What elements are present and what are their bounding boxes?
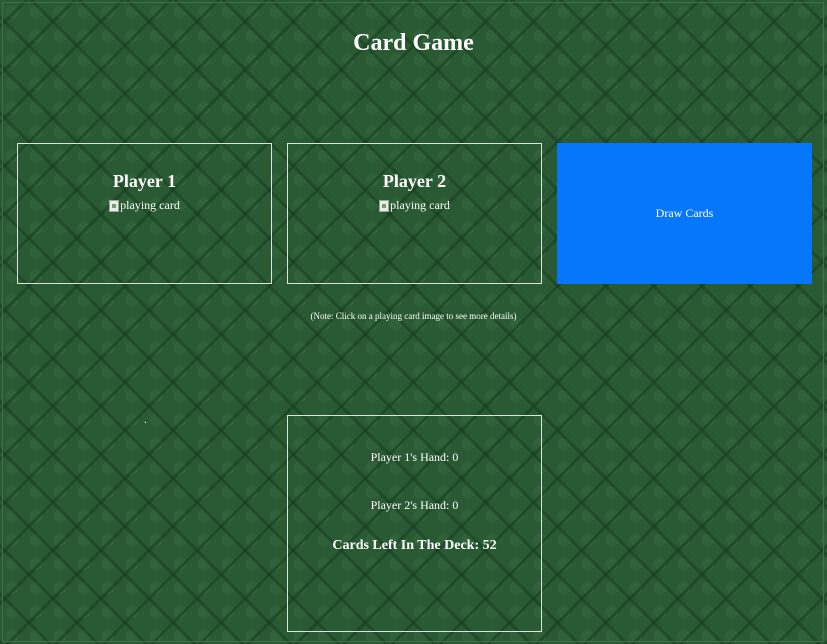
player-2-hand-label: Player 2's Hand:	[370, 498, 453, 512]
player-2-card-alt: playing card	[390, 198, 450, 212]
player-1-hand-label: Player 1's Hand:	[370, 450, 453, 464]
page-title: Card Game	[353, 30, 474, 56]
player-2-panel: Player 2 playing card	[287, 143, 542, 284]
score-panel: Player 1's Hand: 0 Player 2's Hand: 0 Ca…	[287, 415, 542, 632]
player-1-name: Player 1	[112, 171, 177, 191]
draw-cards-button[interactable]: Draw Cards	[557, 143, 812, 284]
player-1-hand-count: Player 1's Hand: 0	[288, 450, 541, 465]
broken-image-icon	[379, 199, 390, 212]
status-marker: .	[144, 412, 147, 426]
player-2-name: Player 2	[382, 171, 447, 191]
player-2-hand-value: 0	[452, 498, 459, 512]
player-2-hand-count: Player 2's Hand: 0	[288, 498, 541, 513]
player-1-panel: Player 1 playing card	[17, 143, 272, 284]
deck-count: Cards Left In The Deck: 52	[288, 538, 541, 554]
player-2-card[interactable]: playing card	[379, 198, 450, 213]
player-1-card[interactable]: playing card	[109, 198, 180, 213]
instruction-note: (Note: Click on a playing card image to …	[310, 311, 517, 321]
player-1-card-alt: playing card	[120, 198, 180, 212]
deck-count-label: Cards Left In The Deck:	[332, 538, 483, 553]
player-1-hand-value: 0	[452, 450, 459, 464]
deck-count-value: 52	[482, 538, 497, 553]
broken-image-icon	[109, 199, 120, 212]
